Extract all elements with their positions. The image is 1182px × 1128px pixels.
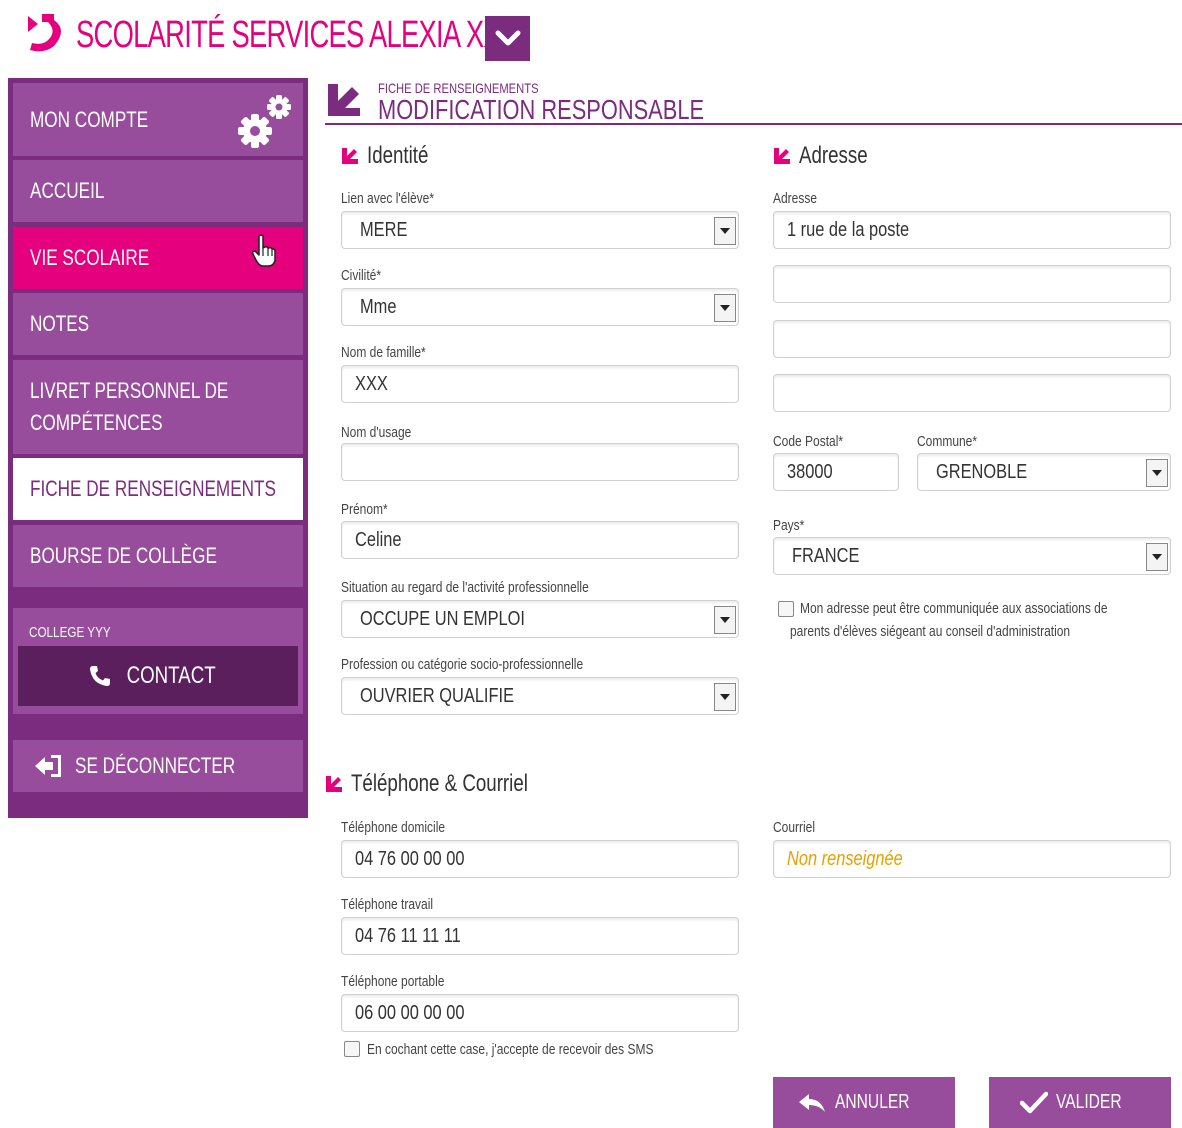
pays-label: Pays*: [773, 517, 805, 534]
logout-button[interactable]: SE DÉCONNECTER: [13, 740, 303, 792]
courriel-input[interactable]: Non renseignée: [773, 840, 1171, 878]
nom-usage-label: Nom d'usage: [341, 424, 412, 441]
commune-select[interactable]: GRENOBLE: [917, 453, 1171, 491]
prenom-input[interactable]: Celine: [341, 521, 739, 559]
adresse-line3-input[interactable]: [773, 320, 1171, 358]
identity-section-heading: Identité: [341, 142, 446, 170]
tel-travail-label: Téléphone travail: [341, 896, 434, 913]
dropdown-arrow-icon[interactable]: [714, 294, 736, 322]
undo-arrow-icon: [799, 1093, 826, 1112]
gear-icon: [238, 95, 291, 148]
hand-cursor-icon: [252, 234, 276, 267]
app-title: SCOLARITÉ SERVICES ALEXIA XXX: [76, 14, 519, 56]
pays-select[interactable]: FRANCE: [773, 537, 1171, 575]
address-consent-label: Mon adresse peut être communiquée aux as…: [800, 600, 1108, 617]
courriel-label: Courriel: [773, 819, 816, 836]
sms-consent-label: En cochant cette case, j'accepte de rece…: [367, 1041, 654, 1058]
profession-label: Profession ou catégorie socio-profession…: [341, 656, 584, 673]
lien-select[interactable]: MERE: [341, 211, 739, 249]
address-consent-checkbox[interactable]: [778, 601, 794, 617]
brand-logo-icon: [28, 14, 61, 52]
college-box: COLLEGE YYY CONTACT: [13, 608, 303, 714]
section-arrow-icon: [326, 776, 342, 792]
nom-usage-input[interactable]: [341, 443, 739, 481]
commune-label: Commune*: [917, 433, 978, 450]
tel-portable-input[interactable]: 06 00 00 00 00: [341, 994, 739, 1032]
adresse-line4-input[interactable]: [773, 374, 1171, 412]
situation-label: Situation au regard de l'activité profes…: [341, 579, 589, 596]
sidebar-item-bourse[interactable]: BOURSE DE COLLÈGE: [13, 525, 303, 587]
dropdown-arrow-icon[interactable]: [714, 217, 736, 245]
section-arrow-icon: [342, 148, 358, 164]
app-switcher-button[interactable]: [485, 16, 530, 61]
phone-icon: [89, 666, 110, 686]
sms-consent-checkbox[interactable]: [344, 1041, 360, 1057]
sidebar-item-label: ACCUEIL: [30, 178, 105, 204]
dropdown-arrow-icon[interactable]: [714, 683, 736, 711]
sidebar-item-label: LIVRET PERSONNEL DE COMPÉTENCES: [30, 378, 229, 435]
dropdown-arrow-icon[interactable]: [1146, 543, 1168, 571]
tel-portable-label: Téléphone portable: [341, 973, 445, 990]
nom-famille-label: Nom de famille*: [341, 344, 426, 361]
tel-domicile-input[interactable]: 04 76 00 00 00: [341, 840, 739, 878]
sidebar-item-label: VIE SCOLAIRE: [30, 245, 150, 271]
sidebar: MON COMPTE ACCUEIL VIE SCOLAIRE NOTES LI…: [8, 78, 308, 818]
sidebar-item-vie-scolaire[interactable]: VIE SCOLAIRE: [13, 227, 303, 289]
code-postal-input[interactable]: 38000: [773, 453, 899, 491]
profession-select[interactable]: OUVRIER QUALIFIE: [341, 677, 739, 715]
tel-domicile-label: Téléphone domicile: [341, 819, 446, 836]
civilite-label: Civilité*: [341, 267, 382, 284]
adresse-line1-input[interactable]: 1 rue de la poste: [773, 211, 1171, 249]
contact-button[interactable]: CONTACT: [18, 646, 298, 706]
nom-famille-input[interactable]: XXX: [341, 365, 739, 403]
lien-label: Lien avec l'élève*: [341, 190, 435, 207]
dropdown-arrow-icon[interactable]: [1146, 459, 1168, 487]
logout-icon: [35, 755, 61, 777]
sidebar-item-label: BOURSE DE COLLÈGE: [30, 543, 217, 569]
page-arrow-icon: [328, 84, 360, 116]
adresse-label: Adresse: [773, 190, 818, 207]
title-divider: [325, 123, 1182, 125]
civilite-select[interactable]: Mme: [341, 288, 739, 326]
sidebar-item-mon-compte[interactable]: MON COMPTE: [13, 83, 303, 156]
chevron-down-icon: [495, 30, 520, 45]
sidebar-item-livret[interactable]: LIVRET PERSONNEL DE COMPÉTENCES: [13, 360, 303, 454]
contact-section-heading: Téléphone & Courriel: [325, 770, 578, 798]
sidebar-item-label: NOTES: [30, 311, 90, 337]
tel-travail-input[interactable]: 04 76 11 11 11: [341, 917, 739, 955]
address-section-heading: Adresse: [773, 142, 887, 170]
situation-select[interactable]: OCCUPE UN EMPLOI: [341, 600, 739, 638]
sidebar-item-notes[interactable]: NOTES: [13, 293, 303, 355]
sidebar-item-label: FICHE DE RENSEIGNEMENTS: [30, 476, 276, 502]
page-title: MODIFICATION RESPONSABLE: [378, 94, 705, 125]
dropdown-arrow-icon[interactable]: [714, 606, 736, 634]
prenom-label: Prénom*: [341, 501, 388, 518]
sidebar-item-accueil[interactable]: ACCUEIL: [13, 160, 303, 222]
section-arrow-icon: [774, 148, 790, 164]
college-name: COLLEGE YYY: [29, 624, 111, 641]
cancel-button[interactable]: ANNULER: [773, 1077, 955, 1128]
sidebar-item-label: MON COMPTE: [30, 106, 149, 132]
check-icon: [1019, 1091, 1048, 1113]
sidebar-item-fiche-renseignements[interactable]: FICHE DE RENSEIGNEMENTS: [13, 458, 303, 520]
address-consent-label-line2: parents d'élèves siégeant au conseil d'a…: [790, 623, 1071, 640]
adresse-line2-input[interactable]: [773, 265, 1171, 303]
submit-button[interactable]: VALIDER: [989, 1077, 1171, 1128]
code-postal-label: Code Postal*: [773, 433, 844, 450]
